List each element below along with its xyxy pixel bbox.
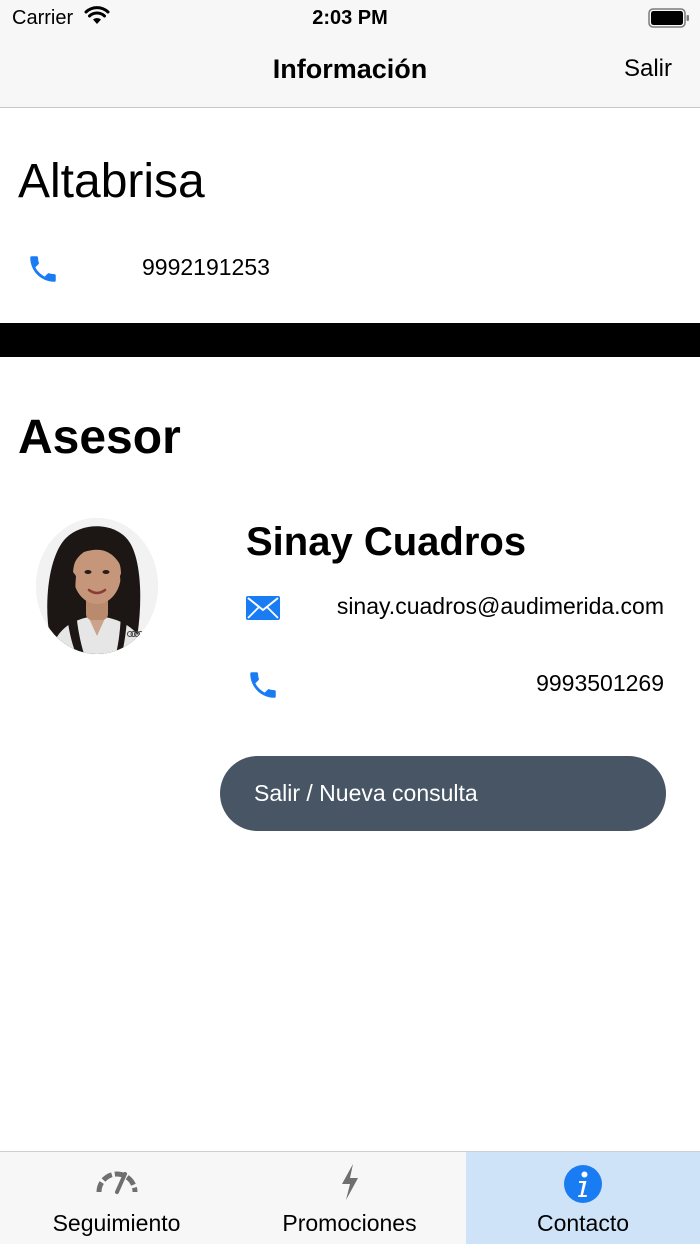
clock-label: 2:03 PM [312, 7, 388, 29]
advisor-phone-number[interactable]: 9993501269 [536, 670, 664, 697]
exit-new-query-button[interactable]: Salir / Nueva consulta [220, 756, 666, 831]
nav-exit-button[interactable]: Salir [624, 55, 672, 83]
tab-label: Contacto [536, 1210, 630, 1236]
navigation-bar: Información Salir [0, 36, 700, 108]
lightning-icon [339, 1164, 361, 1205]
advisor-email[interactable]: sinay.cuadros@audimerida.com [337, 593, 664, 620]
page-title: Información [272, 54, 428, 84]
advisor-heading: Asesor [18, 411, 181, 464]
mail-icon[interactable] [246, 596, 280, 625]
advisor-name: Sinay Cuadros [246, 520, 527, 564]
tab-bar: Seguimiento Promociones Contacto [0, 1151, 700, 1244]
battery-icon [648, 8, 690, 33]
phone-icon[interactable] [246, 668, 280, 707]
section-divider [0, 323, 700, 357]
dealer-phone-number[interactable]: 9992191253 [142, 254, 270, 281]
tab-promociones[interactable]: Promociones [233, 1152, 466, 1244]
dealer-name: Altabrisa [18, 155, 205, 208]
status-bar: Carrier 2:03 PM [0, 0, 700, 36]
tab-label: Promociones [282, 1210, 417, 1236]
phone-icon[interactable] [26, 252, 60, 291]
tab-label: Seguimiento [52, 1210, 181, 1236]
speedometer-icon [95, 1164, 139, 1201]
tab-seguimiento[interactable]: Seguimiento [0, 1152, 233, 1244]
tab-contacto[interactable]: Contacto [466, 1152, 700, 1244]
info-icon [563, 1164, 603, 1209]
avatar [36, 518, 158, 654]
